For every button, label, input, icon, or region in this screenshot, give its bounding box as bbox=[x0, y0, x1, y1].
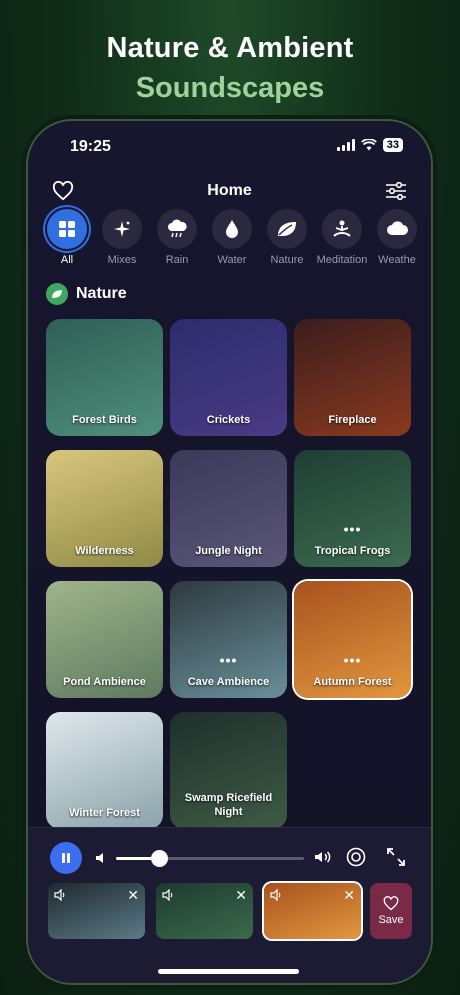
sound-tile[interactable]: Pond Ambience bbox=[46, 581, 163, 698]
sound-name: Winter Forest bbox=[69, 807, 140, 819]
heart-icon bbox=[383, 896, 399, 911]
water-drop-icon bbox=[212, 209, 252, 249]
mix-item[interactable]: ✕ bbox=[156, 883, 253, 939]
promo-title: Nature & Ambient bbox=[106, 32, 354, 64]
close-icon[interactable]: ✕ bbox=[127, 887, 139, 904]
sound-tile[interactable]: ••• Cave Ambience bbox=[170, 581, 287, 698]
status-time: 19:25 bbox=[70, 138, 111, 155]
sound-name: Fireplace bbox=[328, 414, 377, 426]
volume-icon[interactable] bbox=[54, 889, 68, 901]
status-bar: 19:25 33 bbox=[70, 138, 403, 160]
home-indicator bbox=[158, 969, 299, 974]
rain-cloud-icon bbox=[157, 209, 197, 249]
close-icon[interactable]: ✕ bbox=[343, 887, 355, 904]
wifi-icon bbox=[360, 139, 377, 151]
grid-icon bbox=[47, 209, 87, 249]
battery-icon: 33 bbox=[382, 138, 403, 152]
volume-icon[interactable] bbox=[270, 889, 284, 901]
section-title: Nature bbox=[76, 285, 127, 302]
pause-icon bbox=[62, 853, 70, 863]
mix-item[interactable]: ✕ bbox=[48, 883, 145, 939]
sound-tile[interactable]: Fireplace bbox=[294, 319, 411, 436]
app-screen: 19:25 33 Home All Mixes Rain Water Natur… bbox=[28, 121, 431, 983]
category-bar: All Mixes Rain Water Nature Meditation W… bbox=[46, 209, 431, 269]
volume-knob[interactable] bbox=[151, 850, 169, 867]
expand-icon[interactable] bbox=[386, 847, 406, 867]
mix-item[interactable]: ✕ bbox=[264, 883, 361, 939]
sound-name: Autumn Forest bbox=[313, 676, 392, 688]
save-button[interactable]: Save bbox=[370, 883, 412, 939]
sound-name: Crickets bbox=[206, 414, 251, 426]
volume-low-icon bbox=[96, 853, 103, 863]
category-weather[interactable]: Weathe bbox=[376, 209, 418, 269]
more-options-icon[interactable]: ••• bbox=[294, 521, 411, 537]
category-all[interactable]: All bbox=[46, 209, 88, 269]
volume-high-icon bbox=[315, 851, 331, 863]
sound-name: Swamp Ricefield Night bbox=[184, 792, 273, 818]
category-label: Weathe bbox=[378, 254, 416, 266]
more-options-icon[interactable]: ••• bbox=[170, 652, 287, 668]
sound-name: Jungle Night bbox=[195, 545, 262, 557]
header: Home bbox=[28, 176, 431, 206]
category-water[interactable]: Water bbox=[211, 209, 253, 269]
sparkle-icon bbox=[102, 209, 142, 249]
player-panel: ✕ ✕ ✕ Save bbox=[28, 827, 431, 983]
category-nature[interactable]: Nature bbox=[266, 209, 308, 269]
signal-icon bbox=[336, 139, 355, 151]
sliders-icon[interactable] bbox=[383, 178, 409, 204]
leaf-icon bbox=[46, 283, 68, 305]
save-label: Save bbox=[378, 914, 404, 926]
category-rain[interactable]: Rain bbox=[156, 209, 198, 269]
sound-tile[interactable]: Swamp Ricefield Night bbox=[170, 712, 287, 829]
sound-tile[interactable]: Winter Forest bbox=[46, 712, 163, 829]
promo-subtitle: Soundscapes bbox=[135, 72, 325, 104]
sound-tile[interactable]: Jungle Night bbox=[170, 450, 287, 567]
sound-name: Pond Ambience bbox=[63, 676, 146, 688]
sound-tile[interactable]: Wilderness bbox=[46, 450, 163, 567]
phone-frame: 19:25 33 Home All Mixes Rain Water Natur… bbox=[28, 121, 431, 983]
sound-name: Tropical Frogs bbox=[314, 545, 391, 557]
pause-button[interactable] bbox=[50, 842, 82, 874]
close-icon[interactable]: ✕ bbox=[235, 887, 247, 904]
meditation-icon bbox=[322, 209, 362, 249]
status-icons: 33 bbox=[336, 138, 403, 152]
page-title: Home bbox=[207, 182, 252, 199]
category-meditation[interactable]: Meditation bbox=[317, 209, 367, 269]
volume-icon[interactable] bbox=[162, 889, 176, 901]
sound-name: Wilderness bbox=[75, 545, 134, 557]
leaf-icon bbox=[267, 209, 307, 249]
sound-tile[interactable]: Crickets bbox=[170, 319, 287, 436]
more-options-icon[interactable]: ••• bbox=[294, 652, 411, 668]
section-header: Nature bbox=[46, 282, 127, 306]
sound-name: Forest Birds bbox=[72, 414, 137, 426]
timer-icon[interactable] bbox=[346, 847, 366, 867]
sound-name: Cave Ambience bbox=[187, 676, 270, 688]
sound-tile[interactable]: Forest Birds bbox=[46, 319, 163, 436]
sound-tile[interactable]: ••• Tropical Frogs bbox=[294, 450, 411, 567]
volume-slider[interactable] bbox=[116, 850, 304, 867]
cloud-icon bbox=[377, 209, 417, 249]
category-mixes[interactable]: Mixes bbox=[101, 209, 143, 269]
sound-tile[interactable]: ••• Autumn Forest bbox=[294, 581, 411, 698]
